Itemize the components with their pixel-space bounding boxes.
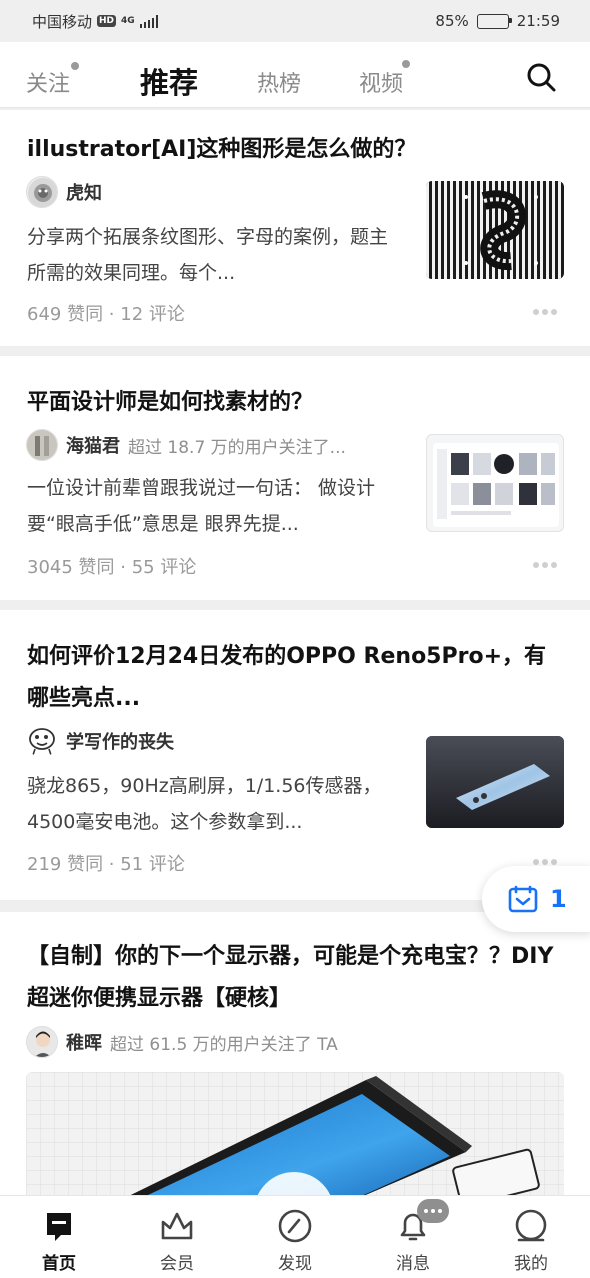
avatar[interactable]: [26, 1026, 58, 1058]
tab-label: 消息: [396, 1254, 430, 1274]
network-type: 4G: [121, 15, 135, 26]
search-icon[interactable]: [524, 60, 558, 94]
tab-home[interactable]: 首页: [19, 1196, 99, 1278]
author-row[interactable]: 稚晖 超过 61.5 万的用户关注了 TA: [26, 1025, 338, 1059]
author-description: 超过 18.7 万的用户关注了...: [128, 437, 346, 458]
author-name[interactable]: 海猫君: [66, 432, 120, 458]
compass-icon: [278, 1209, 312, 1243]
crown-icon: [161, 1212, 193, 1240]
more-icon[interactable]: [533, 309, 557, 315]
card-excerpt[interactable]: 骁龙865，90Hz高刷屏，1/1.56传感器，4500毫安电池。这个参数拿到.…: [27, 768, 397, 840]
feed-card[interactable]: 平面设计师是如何找素材的？ 海猫君 超过 18.7 万的用户关注了... 一位设…: [0, 356, 590, 600]
top-nav: 关注 推荐 热榜 视频: [0, 42, 590, 108]
tab-following[interactable]: 关注: [26, 66, 70, 98]
tab-profile[interactable]: 我的: [491, 1196, 571, 1278]
author-row[interactable]: 海猫君 超过 18.7 万的用户关注了...: [26, 428, 346, 462]
card-cover-image[interactable]: [26, 1072, 564, 1195]
tab-label: 首页: [42, 1254, 76, 1274]
floating-badge-count: 1: [550, 885, 567, 913]
more-icon[interactable]: [533, 859, 557, 865]
card-title[interactable]: 【自制】你的下一个显示器，可能是个充电宝？？DIY超迷你便携显示器【硬核】: [27, 936, 567, 1020]
card-meta: 649 赞同 · 12 评论: [27, 304, 185, 325]
tab-label: 我的: [514, 1254, 548, 1274]
card-thumbnail[interactable]: [426, 434, 564, 532]
tab-label: 发现: [278, 1254, 312, 1274]
feed-card[interactable]: illustrator[AI]这种图形是怎么做的？ 虎知 分享两个拓展条纹图形、…: [0, 110, 590, 346]
card-meta: 3045 赞同 · 55 评论: [27, 557, 197, 578]
message-notification-bubble: [417, 1199, 449, 1223]
floating-inbox-badge[interactable]: 1: [482, 866, 590, 932]
card-title[interactable]: illustrator[AI]这种图形是怎么做的？: [27, 129, 567, 171]
feed-card[interactable]: 如何评价12月24日发布的OPPO Reno5Pro+，有哪些亮点... 学写作…: [0, 610, 590, 900]
video-dot: [402, 60, 410, 68]
author-row[interactable]: 虎知: [26, 175, 102, 209]
home-icon: [47, 1213, 71, 1241]
author-description: 超过 61.5 万的用户关注了 TA: [110, 1034, 338, 1055]
tab-video[interactable]: 视频: [359, 66, 403, 98]
card-thumbnail[interactable]: [426, 736, 564, 828]
inbox-icon: [508, 885, 538, 913]
battery-percent: 85%: [435, 12, 469, 30]
bottom-tab-bar: 首页 会员 发现 消息 我的: [0, 1195, 590, 1278]
tab-member[interactable]: 会员: [137, 1196, 217, 1278]
card-excerpt[interactable]: 分享两个拓展条纹图形、字母的案例，题主所需的效果同理。每个...: [27, 219, 397, 291]
status-bar: 中国移动 HD 4G 85% 21:59: [0, 0, 590, 42]
card-meta: 219 赞同 · 51 评论: [27, 854, 185, 875]
hd-badge: HD: [97, 15, 117, 27]
card-excerpt[interactable]: 一位设计前辈曾跟我说过一句话： 做设计要“眼高手低”意思是 眼界先提...: [27, 470, 397, 542]
card-title[interactable]: 平面设计师是如何找素材的？: [27, 382, 567, 424]
card-title[interactable]: 如何评价12月24日发布的OPPO Reno5Pro+，有哪些亮点...: [27, 636, 567, 720]
feed-card[interactable]: 【自制】你的下一个显示器，可能是个充电宝？？DIY超迷你便携显示器【硬核】 稚晖…: [0, 912, 590, 1195]
author-name[interactable]: 稚晖: [66, 1029, 102, 1055]
carrier-label: 中国移动: [32, 12, 93, 31]
avatar[interactable]: [26, 725, 58, 757]
author-row[interactable]: 学写作的丧失: [26, 724, 174, 758]
tab-hot-list[interactable]: 热榜: [257, 66, 301, 98]
more-icon[interactable]: [533, 562, 557, 568]
author-name[interactable]: 虎知: [66, 179, 102, 205]
battery-icon: [476, 13, 512, 29]
card-thumbnail[interactable]: [426, 181, 564, 279]
following-dot: [71, 62, 79, 70]
clock: 21:59: [516, 12, 560, 30]
tab-recommend[interactable]: 推荐: [140, 60, 198, 102]
profile-icon: [515, 1209, 547, 1242]
author-name[interactable]: 学写作的丧失: [66, 728, 174, 754]
signal-icon: [139, 14, 159, 28]
avatar[interactable]: [26, 176, 58, 208]
tab-discover[interactable]: 发现: [255, 1196, 335, 1278]
tab-label: 会员: [160, 1254, 194, 1274]
avatar[interactable]: [26, 429, 58, 461]
